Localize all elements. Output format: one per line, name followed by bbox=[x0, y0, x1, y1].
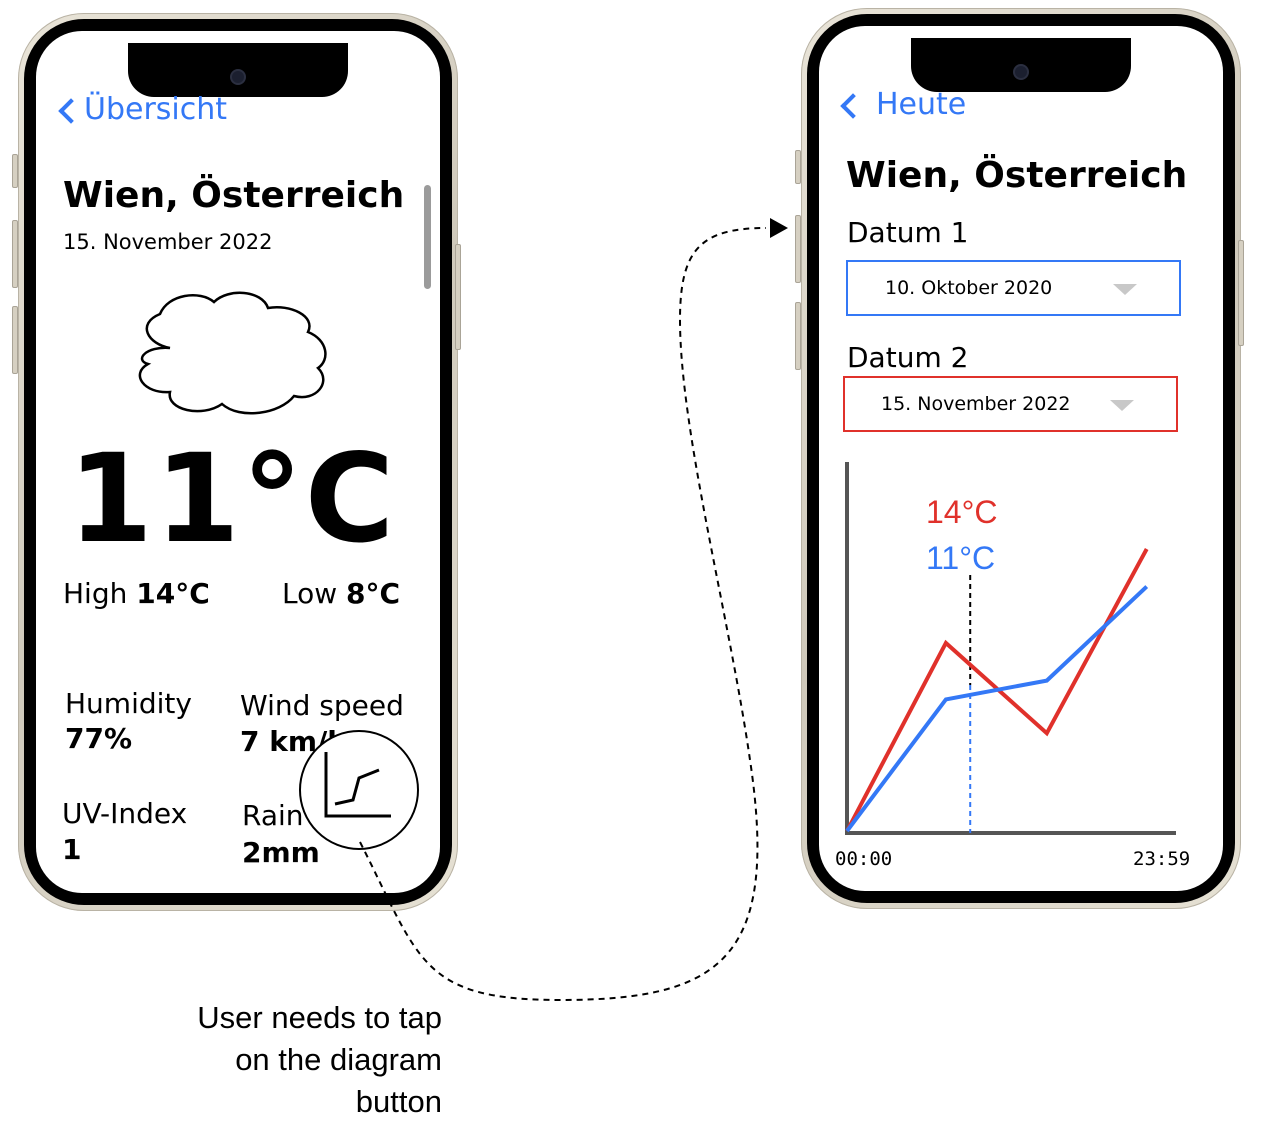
caption-line: on the diagram bbox=[235, 1042, 442, 1077]
flow-arrow bbox=[359, 218, 788, 1002]
caption-line: User needs to tap bbox=[197, 1000, 442, 1035]
annotation-caption: User needs to tap on the diagram button bbox=[120, 997, 442, 1123]
caption-line: button bbox=[355, 1084, 442, 1119]
arrow-head-icon bbox=[770, 218, 788, 238]
